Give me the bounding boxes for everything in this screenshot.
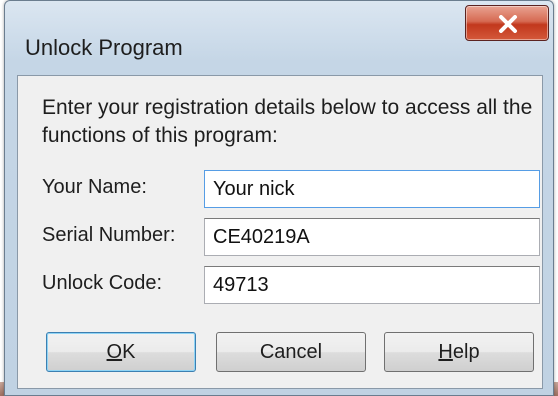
dialog-client-area: Enter your registration details below to…: [17, 75, 543, 389]
serial-number-label: Serial Number:: [42, 224, 176, 246]
close-button[interactable]: [465, 5, 549, 41]
ok-button[interactable]: OK: [46, 332, 196, 372]
help-button-label-rest: elp: [452, 340, 480, 363]
dialog-title: Unlock Program: [25, 35, 183, 60]
unlock-dialog: Unlock Program Enter your registration d…: [4, 0, 554, 396]
ok-button-mnemonic: O: [106, 340, 123, 363]
your-name-label: Your Name:: [42, 176, 147, 198]
unlock-code-input[interactable]: [204, 266, 540, 304]
help-button[interactable]: Help: [384, 332, 534, 372]
ok-button-label-rest: K: [122, 340, 136, 363]
help-button-mnemonic: H: [438, 340, 453, 363]
cancel-button[interactable]: Cancel: [216, 332, 366, 372]
close-icon: [499, 15, 517, 33]
unlock-code-label: Unlock Code:: [42, 272, 163, 294]
instructions-text: Enter your registration details below to…: [42, 96, 533, 147]
your-name-input[interactable]: [204, 170, 540, 208]
serial-number-input[interactable]: [204, 218, 540, 256]
